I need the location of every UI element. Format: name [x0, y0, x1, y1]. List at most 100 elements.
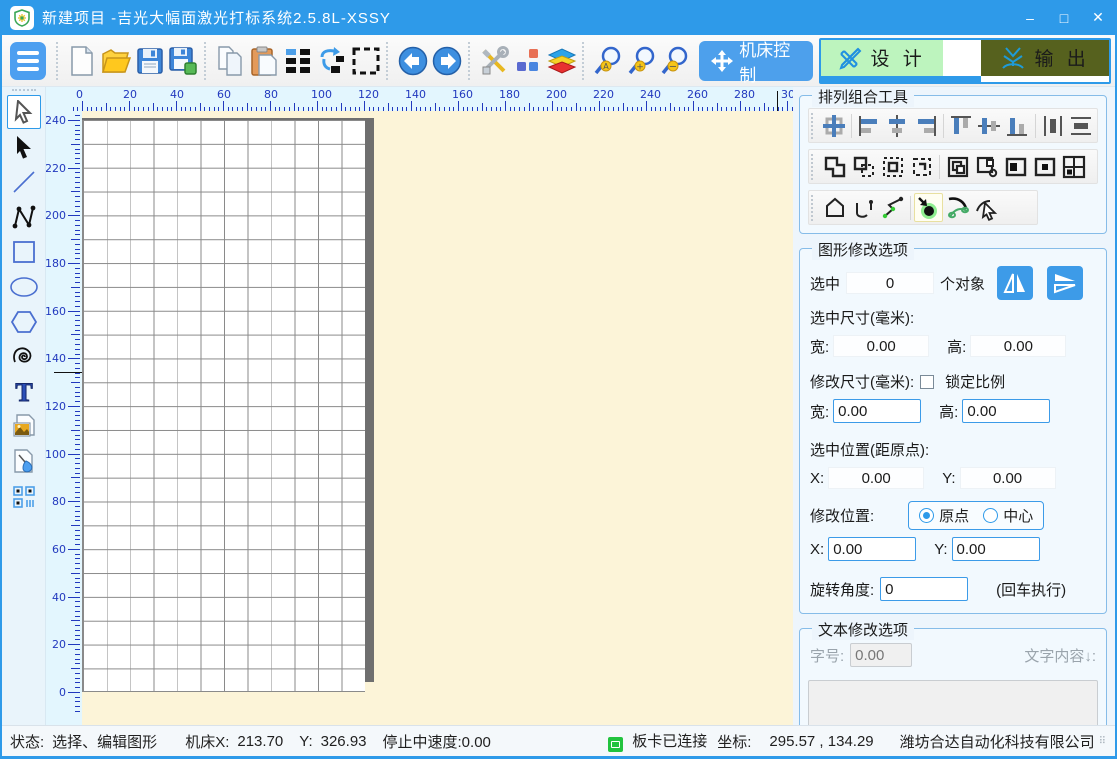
zoom-fit-button[interactable]: A [592, 40, 626, 82]
minimize-button[interactable]: – [1013, 0, 1047, 35]
distribute-h-icon[interactable] [1038, 111, 1066, 140]
tool-spiral[interactable] [7, 340, 41, 374]
shape-modify-title: 图形修改选项 [812, 239, 914, 260]
radio-origin[interactable]: 原点 [919, 505, 969, 526]
zoom-out-button[interactable]: − [660, 40, 694, 82]
close-button[interactable]: ✕ [1081, 0, 1115, 35]
tool-text[interactable]: T [7, 375, 41, 409]
canvas-viewport[interactable] [82, 111, 793, 725]
weld-union-icon[interactable] [820, 152, 849, 181]
tool-select[interactable] [7, 95, 41, 129]
paste-button[interactable] [248, 40, 282, 82]
objects-label: 个对象 [940, 273, 985, 294]
tab-output[interactable]: 输 出 [981, 40, 1109, 76]
open-folder-button[interactable] [99, 40, 133, 82]
toolbox-grip [12, 89, 36, 91]
node-line-icon[interactable] [878, 193, 907, 222]
tool-array-copy[interactable] [7, 480, 41, 514]
arrange-tools-title: 排列组合工具 [812, 87, 914, 107]
tool-rectangle[interactable] [7, 235, 41, 269]
mirror-vertical-button[interactable] [1047, 266, 1083, 300]
tool-image[interactable] [7, 410, 41, 444]
combine-intersect-icon[interactable] [878, 152, 907, 181]
node-select-icon[interactable] [972, 193, 1001, 222]
h-ruler-label: 160 [452, 88, 473, 101]
marquee-select-button[interactable] [349, 40, 383, 82]
tool-polyline[interactable] [7, 200, 41, 234]
h-ruler-label: 180 [499, 88, 520, 101]
modify-width-input[interactable] [833, 399, 921, 423]
selected-width-value: 0.00 [833, 335, 929, 357]
font-size-input[interactable] [850, 643, 912, 667]
combine-subtract-icon[interactable] [849, 152, 878, 181]
coord-value: 295.57 , 134.29 [769, 733, 873, 750]
maximize-button[interactable]: □ [1047, 0, 1081, 35]
distribute-v-icon[interactable] [1067, 111, 1095, 140]
menu-button[interactable] [10, 42, 46, 80]
resize-grip[interactable]: ⠿ [1099, 736, 1107, 747]
copy-button[interactable] [214, 40, 248, 82]
modify-x-input[interactable] [828, 537, 916, 561]
back-button[interactable] [396, 40, 430, 82]
modify-height-input[interactable] [962, 399, 1050, 423]
canvas-region[interactable]: 0204060801001201401601802002202402602803… [46, 87, 793, 725]
align-bottom-icon[interactable] [1003, 111, 1031, 140]
x-label: X: [810, 470, 824, 487]
array-grid-icon[interactable] [1059, 152, 1088, 181]
layers-button[interactable] [545, 40, 579, 82]
lock-ratio-checkbox[interactable] [920, 375, 934, 389]
radio-center[interactable]: 中心 [983, 505, 1033, 526]
fill-center-icon[interactable] [1030, 152, 1059, 181]
mirror-horizontal-button[interactable] [997, 266, 1033, 300]
tool-ellipse[interactable] [7, 270, 41, 304]
tab-design[interactable]: 设 计 [821, 40, 943, 76]
close-curve-icon[interactable] [820, 193, 849, 222]
text-content-area[interactable] [808, 680, 1098, 725]
selected-y-value: 0.00 [960, 467, 1056, 489]
transform-button[interactable] [315, 40, 349, 82]
node-edit-icon[interactable] [914, 193, 943, 222]
blocks-button[interactable] [511, 40, 545, 82]
tools-button[interactable] [477, 40, 511, 82]
group-icon[interactable] [943, 152, 972, 181]
tab-design-label: 设 计 [870, 44, 925, 71]
radio-origin-label: 原点 [939, 505, 969, 526]
svg-text:A: A [603, 62, 609, 71]
combine-exclude-icon[interactable] [907, 152, 936, 181]
align-center-both-icon[interactable] [820, 111, 848, 140]
align-center-h-icon[interactable] [883, 111, 911, 140]
drawing-toolbox: T [2, 87, 46, 725]
align-middle-v-icon[interactable] [975, 111, 1003, 140]
zoom-in-button[interactable]: + [626, 40, 660, 82]
rotate-input[interactable] [880, 577, 968, 601]
tool-direct-select[interactable] [7, 130, 41, 164]
work-area-grid[interactable] [82, 120, 365, 692]
ungroup-icon[interactable] [972, 152, 1001, 181]
open-curve-icon[interactable] [849, 193, 878, 222]
window-title: 新建项目 -吉光大幅面激光打标系统2.5.8L-XSSY [42, 7, 391, 28]
align-right-icon[interactable] [912, 111, 940, 140]
new-file-button[interactable] [65, 40, 99, 82]
machine-y-label: Y: [299, 733, 312, 750]
fill-corner-icon[interactable] [1001, 152, 1030, 181]
width-label: 宽: [810, 401, 829, 422]
row-grip [811, 154, 816, 180]
forward-button[interactable] [430, 40, 464, 82]
tool-fill[interactable] [7, 445, 41, 479]
machine-control-button[interactable]: 机床控制 [699, 41, 813, 81]
row-grip [811, 113, 816, 139]
align-left-icon[interactable] [855, 111, 883, 140]
align-top-icon[interactable] [947, 111, 975, 140]
h-ruler-label: 260 [687, 88, 708, 101]
v-ruler-label: 180 [46, 257, 66, 270]
curve-cut-icon[interactable] [943, 193, 972, 222]
tool-polygon[interactable] [7, 305, 41, 339]
array-button[interactable] [281, 40, 315, 82]
modify-pos-label: 修改位置: [810, 505, 874, 526]
tool-line[interactable] [7, 165, 41, 199]
h-ruler-label: 240 [640, 88, 661, 101]
v-ruler-label: 20 [52, 638, 66, 651]
save-as-button[interactable] [166, 40, 200, 82]
save-button[interactable] [133, 40, 167, 82]
modify-y-input[interactable] [952, 537, 1040, 561]
